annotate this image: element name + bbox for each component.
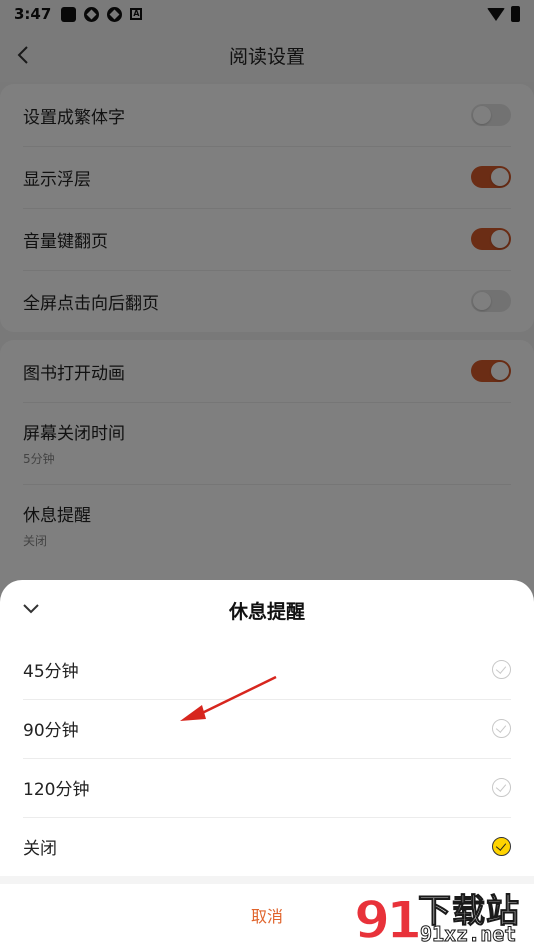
- watermark-91-icon: 9 1: [353, 890, 418, 948]
- option-120-min[interactable]: 120分钟: [0, 758, 534, 817]
- option-label: 关闭: [23, 839, 57, 859]
- check-circle-icon: [492, 660, 511, 679]
- divider: [0, 876, 534, 884]
- chevron-down-icon[interactable]: [22, 602, 40, 616]
- check-circle-selected-icon: [492, 837, 511, 856]
- cancel-label: 取消: [250, 907, 283, 926]
- option-label: 120分钟: [23, 780, 90, 800]
- svg-text:9: 9: [354, 891, 390, 948]
- option-off[interactable]: 关闭: [0, 817, 534, 876]
- sheet-header: 休息提醒: [0, 580, 534, 640]
- sheet-title: 休息提醒: [228, 600, 305, 623]
- option-label: 90分钟: [23, 721, 79, 741]
- svg-text:1: 1: [386, 891, 418, 948]
- option-label: 45分钟: [23, 662, 79, 682]
- annotation-arrow-icon: [180, 675, 277, 721]
- check-circle-icon: [492, 719, 511, 738]
- watermark-url: 91xz.net: [419, 922, 517, 947]
- check-circle-icon: [492, 778, 511, 797]
- watermark-logo: 9 1 下载站 91xz.net: [352, 886, 530, 948]
